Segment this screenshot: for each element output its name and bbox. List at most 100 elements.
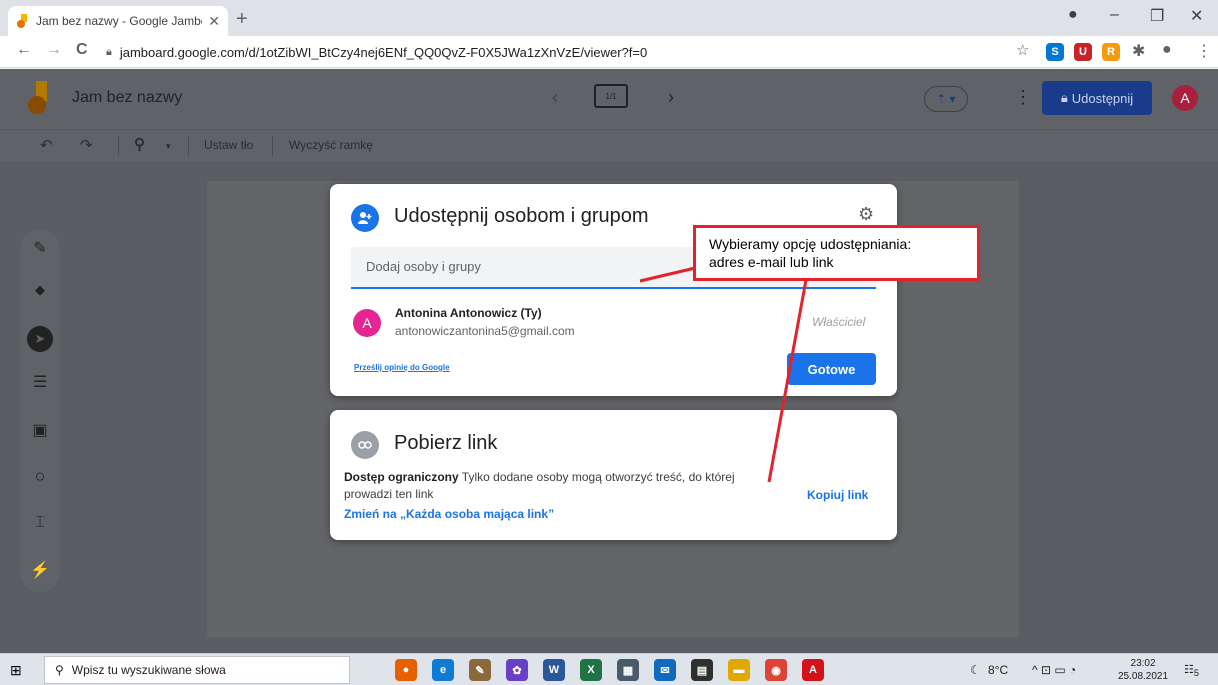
windows-taskbar: ⊞ ⚲ Wpisz tu wyszukiwane słowa ● e ✎ ✿ W… <box>0 653 1218 685</box>
restore-button[interactable]: ❐ <box>1150 6 1164 26</box>
edge-icon[interactable]: e <box>432 659 454 681</box>
browser-navbar: ← → C 🔒︎ jamboard.google.com/d/1otZibWI_… <box>0 36 1218 68</box>
clock-time: 23:02 <box>1130 658 1156 669</box>
undo-icon[interactable]: ↶ <box>40 136 53 154</box>
annotation-callout: Wybieramy opcję udostępniania: adres e-m… <box>693 225 980 281</box>
jamboard-logo <box>28 81 47 114</box>
jamboard-favicon <box>17 14 27 28</box>
notification-count: 5 <box>1193 668 1199 679</box>
zoom-icon[interactable]: ⚲ <box>134 135 145 153</box>
taskbar-search[interactable]: ⚲ Wpisz tu wyszukiwane słowa <box>44 656 350 684</box>
next-frame-button[interactable]: › <box>668 87 674 108</box>
tab-close-icon[interactable]: ✕ <box>208 13 220 30</box>
search-icon: ⚲ <box>55 663 64 677</box>
lock-icon: 🔒︎ <box>106 45 112 58</box>
select-tool-icon[interactable]: ➤ <box>27 326 53 352</box>
firefox-icon[interactable]: ● <box>395 659 417 681</box>
excel-icon[interactable]: X <box>580 659 602 681</box>
notifications-icon[interactable]: ☷5 <box>1184 663 1199 678</box>
browser-tab-strip: Jam bez nazwy - Google Jamboa ✕ + ● – ❐ … <box>0 0 1218 36</box>
back-button[interactable]: ← <box>16 41 32 59</box>
paint-icon[interactable]: ✎ <box>469 659 491 681</box>
clock-date: 25.08.2021 <box>1118 671 1169 682</box>
send-feedback-link[interactable]: Prześlij opinię do Google <box>354 363 450 372</box>
more-options-icon[interactable]: ⋮ <box>1014 87 1032 108</box>
eraser-tool-icon[interactable]: ◆ <box>20 282 60 298</box>
laser-tool-icon[interactable]: ⚡ <box>20 560 60 580</box>
done-button[interactable]: Gotowe <box>787 353 876 385</box>
new-tab-button[interactable]: + <box>236 8 248 31</box>
zoom-caret-icon[interactable]: ▾ <box>166 141 171 152</box>
minimize-button[interactable]: – <box>1110 6 1119 24</box>
jamboard-header: Jam bez nazwy ‹ 1/1 › ⇡ ▾ ⋮ 🔒︎ Udostępni… <box>0 69 1218 129</box>
address-bar[interactable]: 🔒︎ jamboard.google.com/d/1otZibWI_BtCzy4… <box>106 40 1006 64</box>
ublock-extension-icon[interactable]: U <box>1074 43 1092 61</box>
word-icon[interactable]: W <box>543 659 565 681</box>
text-box-tool-icon[interactable]: ⌶ <box>20 514 60 532</box>
tab-title: Jam bez nazwy - Google Jamboa <box>36 14 203 28</box>
frame-counter: 1/1 <box>605 91 617 101</box>
sticky-note-tool-icon[interactable]: ☰ <box>20 372 60 392</box>
chrome-icon[interactable]: ◉ <box>765 659 787 681</box>
cast-icon: ⇡ ▾ <box>936 92 956 106</box>
calculator-icon[interactable]: ▦ <box>617 659 639 681</box>
redo-icon[interactable]: ↷ <box>80 136 93 154</box>
search-placeholder: Wpisz tu wyszukiwane słowa <box>71 663 226 677</box>
lock-icon: 🔒︎ <box>1060 90 1068 105</box>
mail-icon[interactable]: ✉ <box>654 659 676 681</box>
set-background-button[interactable]: Ustaw tło <box>204 138 253 152</box>
share-dialog-title: Udostępnij osobom i grupom <box>394 205 649 227</box>
recycle-icon[interactable]: ✿ <box>506 659 528 681</box>
toolbar-divider <box>272 136 273 156</box>
skype-extension-icon[interactable]: S <box>1046 43 1064 61</box>
prev-frame-button[interactable]: ‹ <box>552 87 558 108</box>
done-label: Gotowe <box>807 361 856 377</box>
settings-gear-icon[interactable]: ⚙ <box>858 204 874 225</box>
add-person-icon <box>351 204 379 232</box>
browser-tab[interactable]: Jam bez nazwy - Google Jamboa ✕ <box>8 6 228 36</box>
extensions-puzzle-icon[interactable]: ✱ <box>1132 41 1145 61</box>
profile-icon[interactable]: ● <box>1162 41 1172 59</box>
rss-extension-icon[interactable]: R <box>1102 43 1120 61</box>
clear-frame-button[interactable]: Wyczyść ramkę <box>289 138 373 152</box>
user-role: Właściciel <box>812 315 866 329</box>
file-explorer-icon[interactable]: ▬ <box>728 659 750 681</box>
link-dialog-title: Pobierz link <box>394 432 498 454</box>
browser-menu-icon[interactable]: ⋮ <box>1196 41 1212 61</box>
share-people-dialog: Udostępnij osobom i grupom ⚙ A Antonina … <box>330 184 897 396</box>
avatar-letter: A <box>1180 90 1190 106</box>
frame-bar-button[interactable]: 1/1 <box>594 84 628 108</box>
toolbar-divider <box>118 136 119 156</box>
copy-link-button[interactable]: Kopiuj link <box>807 488 868 502</box>
jamboard-toolbar: ↶ ↷ ⚲ ▾ Ustaw tło Wyczyść ramkę <box>0 129 1218 161</box>
taskbar-clock[interactable]: 23:02 25.08.2021 <box>1118 657 1168 683</box>
account-avatar[interactable]: A <box>1172 85 1198 111</box>
acrobat-icon[interactable]: A <box>802 659 824 681</box>
user-email: antonowiczantonina5@gmail.com <box>395 324 575 338</box>
weather-temp[interactable]: 8°C <box>988 663 1008 677</box>
user-avatar: A <box>353 309 381 337</box>
profile-dot-icon[interactable]: ● <box>1068 6 1078 24</box>
close-window-button[interactable]: ✕ <box>1190 6 1203 26</box>
circle-tool-icon[interactable]: ○ <box>20 466 60 487</box>
annotation-line-1: Wybieramy opcję udostępniania: <box>709 236 912 252</box>
jam-title[interactable]: Jam bez nazwy <box>72 89 182 107</box>
toolbar-divider <box>188 136 189 156</box>
tray-icons[interactable]: ^ ⊡ ▭ ◔ <box>1032 663 1076 677</box>
pen-tool-icon[interactable]: ✎ <box>20 238 60 258</box>
cast-button[interactable]: ⇡ ▾ <box>924 86 968 112</box>
windows-start-icon[interactable]: ⊞ <box>10 662 22 679</box>
side-toolbar: ✎ ◆ ➤ ☰ ▣ ○ ⌶ ⚡ <box>20 230 60 592</box>
user-name: Antonina Antonowicz (Ty) <box>395 306 542 320</box>
bookmark-star-icon[interactable]: ☆ <box>1016 41 1029 59</box>
share-button[interactable]: 🔒︎ Udostępnij <box>1042 81 1152 115</box>
reload-button[interactable]: C <box>76 41 88 59</box>
link-icon <box>351 431 379 459</box>
forward-button[interactable]: → <box>46 41 62 59</box>
annotation-text: Wybieramy opcję udostępniania: adres e-m… <box>709 235 911 271</box>
image-tool-icon[interactable]: ▣ <box>20 420 60 440</box>
user-avatar-letter: A <box>362 315 372 331</box>
store-icon[interactable]: ▤ <box>691 659 713 681</box>
weather-icon[interactable]: ☾ <box>970 663 981 677</box>
change-access-link[interactable]: Zmień na „Każda osoba mająca link” <box>344 507 554 521</box>
